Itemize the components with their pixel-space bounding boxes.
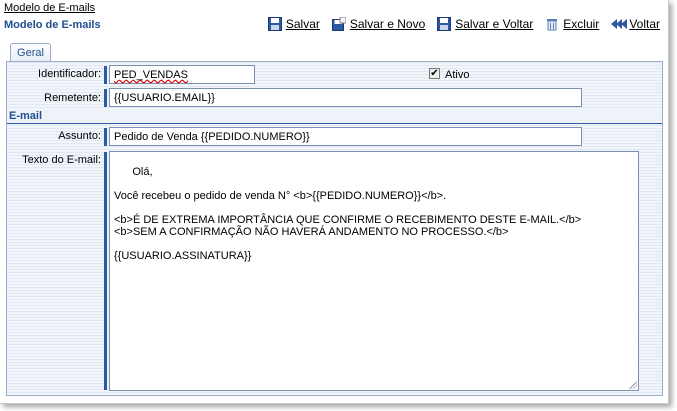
save-and-new-button[interactable]: Salvar e Novo (331, 16, 426, 31)
form-panel: Identificador: PED_VENDAS ✔ Ativo Remete… (6, 61, 663, 396)
save-and-new-label: Salvar e Novo (349, 17, 426, 31)
delete-label: Excluir (563, 17, 600, 31)
window: Modelo de E-mails Modelo de E-mails Salv… (0, 0, 669, 404)
save-and-back-button[interactable]: Salvar e Voltar (437, 17, 533, 31)
remetente-label: Remetente: (44, 92, 101, 104)
back-label: Voltar (629, 17, 660, 31)
breadcrumb[interactable]: Modelo de E-mails (4, 2, 95, 14)
required-bar (104, 66, 107, 84)
texto-value: Olá, Você recebeu o pedido de venda N° <… (114, 166, 582, 262)
remetente-input[interactable]: {{USUARIO.EMAIL}} (109, 88, 582, 107)
floppy-disk-icon (437, 17, 452, 31)
save-label: Salvar (285, 17, 320, 31)
toolbar: Salvar Salvar e Novo Salvar e Voltar Exc… (267, 16, 660, 31)
identificador-value: PED_VENDAS (114, 69, 188, 81)
ativo-label: Ativo (445, 69, 470, 81)
assunto-input[interactable]: Pedido de Venda {{PEDIDO.NUMERO}} (109, 127, 582, 146)
back-button[interactable]: Voltar (611, 17, 660, 31)
required-bar (104, 128, 107, 146)
assunto-label: Assunto: (58, 130, 101, 142)
delete-button[interactable]: Excluir (545, 17, 599, 31)
required-bar (104, 152, 107, 390)
floppy-disk-icon (267, 17, 282, 31)
save-and-back-label: Salvar e Voltar (455, 17, 534, 31)
rewind-arrows-icon (611, 17, 628, 31)
resize-handle[interactable] (629, 381, 637, 389)
ativo-checkbox[interactable]: ✔ (429, 68, 440, 79)
identificador-label: Identificador: (38, 68, 101, 80)
page-title: Modelo de E-mails (4, 19, 101, 31)
texto-label: Texto do E-mail: (22, 154, 101, 166)
save-new-icon (331, 16, 347, 31)
trash-icon (545, 17, 559, 31)
required-bar (104, 89, 107, 107)
identificador-input[interactable]: PED_VENDAS (109, 65, 255, 84)
save-button[interactable]: Salvar (267, 17, 320, 31)
tab-geral[interactable]: Geral (10, 43, 51, 61)
texto-textarea[interactable]: Olá, Você recebeu o pedido de venda N° <… (109, 151, 639, 391)
section-email-header: E-mail (7, 110, 662, 124)
